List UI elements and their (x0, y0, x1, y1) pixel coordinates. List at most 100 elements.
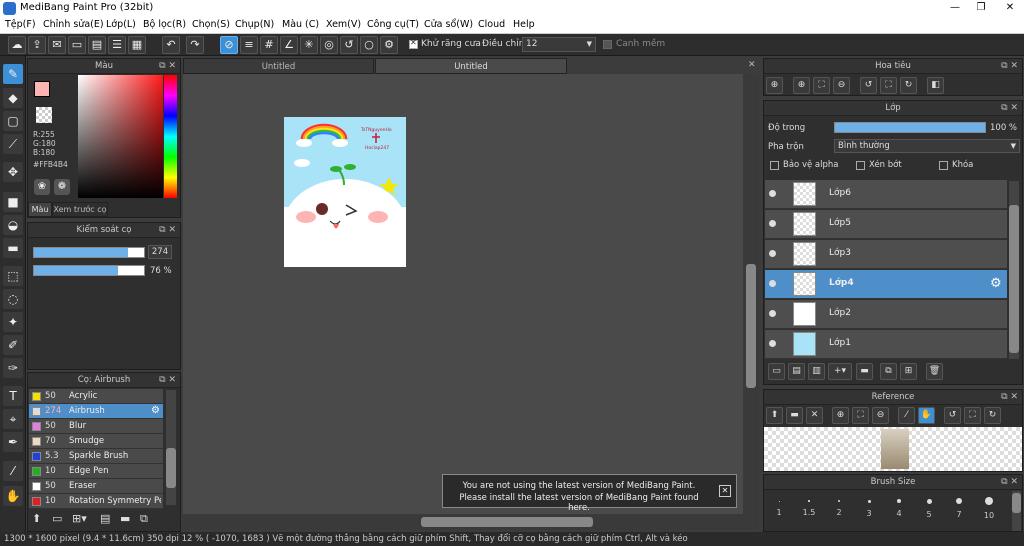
menu-color[interactable]: Màu (C) (282, 19, 319, 30)
list-icon[interactable]: ☰ (108, 36, 126, 54)
menu-filter[interactable]: Bộ lọc(R) (143, 19, 186, 30)
reference-reset-icon[interactable]: ⛶ (964, 407, 981, 424)
visibility-eye-icon[interactable] (769, 190, 776, 197)
flip-icon[interactable]: ◧ (927, 77, 944, 94)
artwork-canvas[interactable]: TsTNguyenHo Hoclap247 (284, 117, 406, 267)
reference-upload-icon[interactable]: ⬆ (766, 407, 783, 424)
vanishing-point-icon[interactable]: ∠ (280, 36, 298, 54)
text-tool-icon[interactable]: T (3, 386, 23, 406)
color-field[interactable] (78, 75, 163, 198)
reference-eyedropper-icon[interactable]: ⁄ (898, 407, 915, 424)
curve-snap-icon[interactable]: ↺ (340, 36, 358, 54)
visibility-eye-icon[interactable] (769, 340, 776, 347)
menu-window[interactable]: Cửa sổ(W) (424, 19, 473, 30)
new-layer-8bit-icon[interactable]: ▤ (788, 363, 805, 380)
reference-rotate-right-icon[interactable]: ↻ (984, 407, 1001, 424)
antialias-checkbox[interactable] (409, 38, 418, 49)
brush-item[interactable]: 70 Smudge (29, 434, 163, 449)
radial-snap-icon[interactable]: ✳ (300, 36, 318, 54)
palette-icon[interactable]: ❀ (34, 179, 50, 195)
reference-close-icon[interactable]: ✕ (806, 407, 823, 424)
tab-color[interactable]: Màu (28, 202, 52, 217)
add-brush-icon[interactable]: ⬆ (32, 512, 48, 528)
vertical-scrollbar[interactable] (743, 74, 759, 514)
panel-controls-icon[interactable]: ⧉ ✕ (159, 373, 176, 387)
rotate-right-icon[interactable]: ↻ (900, 77, 917, 94)
divide-tool-icon[interactable]: ✒ (3, 432, 23, 452)
undo-icon[interactable]: ↶ (162, 36, 180, 54)
brush-item[interactable]: 50 Acrylic (29, 389, 163, 404)
brush-settings-icon[interactable]: ▤ (100, 512, 116, 528)
brush-duplicate-icon[interactable]: ⧉ (140, 512, 156, 528)
gradient-tool-icon[interactable]: ▬ (3, 238, 23, 258)
bucket-tool-icon[interactable]: ◒ (3, 215, 23, 235)
lock-checkbox[interactable] (939, 161, 948, 170)
reference-fit-icon[interactable]: ⛶ (852, 407, 869, 424)
menu-help[interactable]: Help (513, 19, 535, 30)
operation-tool-icon[interactable]: ⌖ (3, 409, 23, 429)
rotate-left-icon[interactable]: ↺ (860, 77, 877, 94)
protect-alpha-checkbox[interactable] (770, 161, 779, 170)
reset-view-icon[interactable]: ⛶ (880, 77, 897, 94)
brush-size-preset[interactable]: 10 (975, 495, 1003, 520)
reference-open-icon[interactable]: ▬ (786, 407, 803, 424)
panel-controls-icon[interactable]: ⧉ ✕ (1001, 101, 1018, 115)
layer-add-menu-icon[interactable]: +▾ (828, 363, 852, 380)
menu-select[interactable]: Chọn(S) (192, 19, 230, 30)
gear-icon[interactable]: ⚙ (151, 405, 160, 416)
comment-icon[interactable]: ✉ (48, 36, 66, 54)
zoom-in-icon[interactable]: ⊕ (793, 77, 810, 94)
snap-off-icon[interactable]: ⊘ (220, 36, 238, 54)
zoom-out-icon[interactable]: ⊖ (833, 77, 850, 94)
line-tool-icon[interactable]: ⟋ (3, 134, 23, 154)
select-eraser-icon[interactable]: ✑ (3, 358, 23, 378)
layer-item[interactable]: Lớp4 ⚙ (765, 270, 1007, 299)
tab-document-2[interactable]: Untitled (375, 58, 567, 74)
merge-layer-icon[interactable]: ⊞ (900, 363, 917, 380)
parallel-snap-icon[interactable]: ≡ (240, 36, 258, 54)
panel-controls-icon[interactable]: ⧉ ✕ (1001, 59, 1018, 73)
rect-tool-icon[interactable]: ▢ (3, 111, 23, 131)
layer-item[interactable]: Lớp2 (765, 300, 1007, 329)
layer-item[interactable]: Lớp1 (765, 330, 1007, 359)
brush-item[interactable]: 10 Rotation Symmetry Pen (29, 494, 163, 509)
redo-icon[interactable]: ↷ (186, 36, 204, 54)
restore-button[interactable]: ❐ (968, 0, 994, 17)
layer-scrollbar[interactable] (1009, 181, 1019, 359)
brush-item[interactable]: 5.3 Sparkle Brush (29, 449, 163, 464)
brush-size-preset[interactable]: 7 (945, 495, 973, 519)
ellipse-snap-icon[interactable]: ○ (360, 36, 378, 54)
tab-brush-preview[interactable]: Xem trước cọ (52, 202, 108, 217)
new-layer-icon[interactable]: ▭ (768, 363, 785, 380)
horizontal-scrollbar[interactable] (183, 514, 759, 530)
select-pen-icon[interactable]: ✐ (3, 335, 23, 355)
cross-snap-icon[interactable]: # (260, 36, 278, 54)
new-layer-1bit-icon[interactable]: ▥ (808, 363, 825, 380)
layer-item[interactable]: Lớp3 (765, 240, 1007, 269)
layer-item[interactable]: Lớp6 (765, 180, 1007, 209)
menu-edit[interactable]: Chỉnh sửa(E) (43, 19, 104, 30)
panel-controls-icon[interactable]: ⧉ ✕ (159, 59, 176, 73)
snap-settings-icon[interactable]: ⚙ (380, 36, 398, 54)
panel-controls-icon[interactable]: ⧉ ✕ (1001, 475, 1018, 489)
reference-zoom-out-icon[interactable]: ⊖ (872, 407, 889, 424)
panel-controls-icon[interactable]: ⧉ ✕ (159, 223, 176, 237)
grid-icon[interactable]: ▦ (128, 36, 146, 54)
layer-opacity-slider[interactable] (834, 122, 986, 133)
brush-size-value[interactable]: 274 (148, 245, 172, 259)
reference-hand-icon[interactable]: ✋ (918, 407, 935, 424)
transparent-swatch[interactable] (36, 107, 52, 123)
layer-folder-icon[interactable]: ▬ (856, 363, 873, 380)
minimize-button[interactable]: — (942, 0, 968, 17)
magic-wand-icon[interactable]: ✦ (3, 312, 23, 332)
menu-view[interactable]: Xem(V) (326, 19, 361, 30)
delete-layer-icon[interactable]: 🗑 (926, 363, 943, 380)
brush-size-preset[interactable]: 4 (885, 495, 913, 518)
close-button[interactable]: ✕ (996, 0, 1024, 17)
gear-icon[interactable]: ⚙ (990, 276, 1002, 291)
eraser-tool-icon[interactable]: ◆ (3, 88, 23, 108)
upload-icon[interactable]: ⇪ (28, 36, 46, 54)
reference-zoom-in-icon[interactable]: ⊕ (832, 407, 849, 424)
move-tool-icon[interactable]: ✥ (3, 162, 23, 182)
menu-cloud[interactable]: Cloud (478, 19, 505, 30)
